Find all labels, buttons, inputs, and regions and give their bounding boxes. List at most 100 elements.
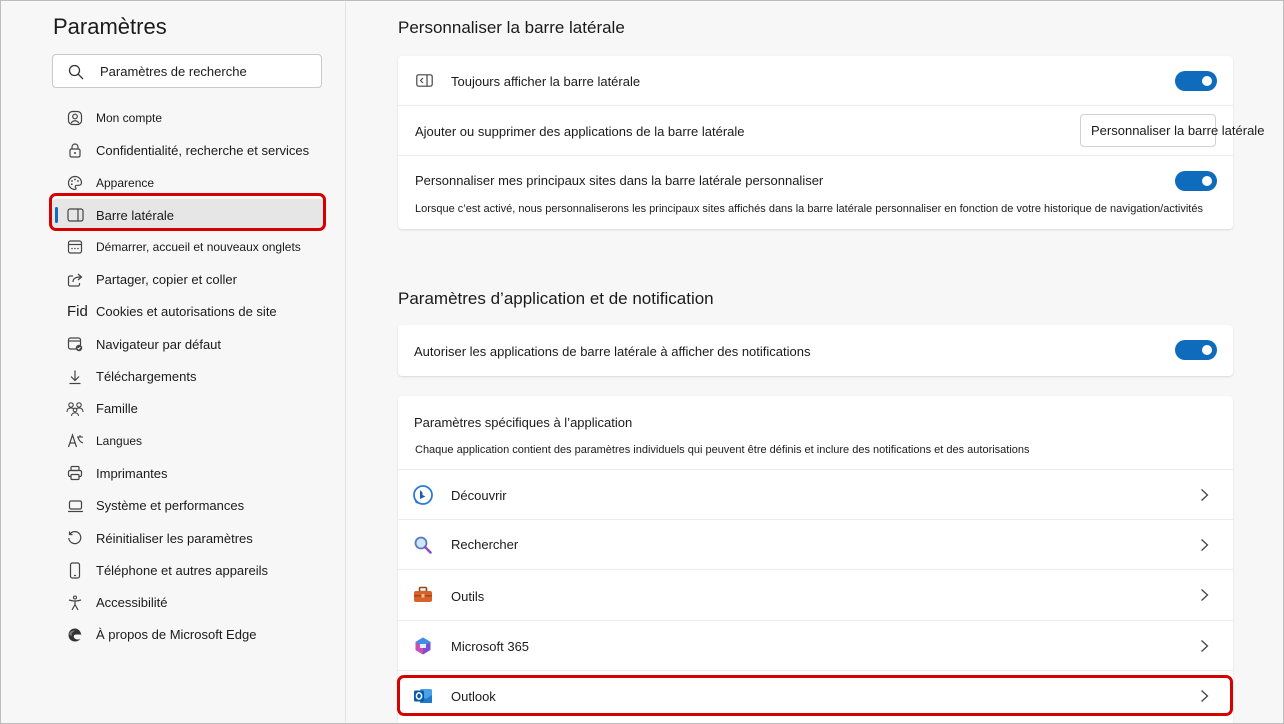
sidebar-item-label: Mon compte [96, 111, 163, 126]
sidebar-item-label: Cookies et autorisations de site [96, 304, 277, 320]
app-specific-card: Paramètres spécifiques à l’application C… [398, 396, 1233, 723]
sidebar-item-label: Apparence [96, 175, 155, 190]
chevron-right-icon [1201, 640, 1209, 652]
setting-row-personalize: Personnaliser mes principaux sites dans … [398, 156, 1233, 229]
always-show-sidebar-label: Toujours afficher la barre latérale [451, 74, 641, 89]
edge-icon [66, 626, 84, 644]
app-row-outils[interactable]: Outils [398, 570, 1233, 621]
app-label: Découvrir [451, 488, 507, 503]
app-label: Microsoft 365 [451, 639, 530, 654]
outlook-icon [413, 686, 433, 706]
sidebar-item-partager[interactable]: Partager, copier et coller [52, 263, 326, 295]
reset-icon [66, 529, 84, 547]
chevron-right-icon [1201, 690, 1209, 702]
chevron-right-icon [1201, 539, 1209, 551]
sidebar-item-systeme[interactable]: Système et performances [52, 490, 326, 522]
personalize-sites-description: Lorsque c’est activé, nous personnaliser… [415, 203, 1203, 215]
cookie-icon: Fid [67, 303, 88, 321]
personalize-sites-toggle[interactable] [1175, 171, 1217, 191]
sidebar-settings-card: Toujours afficher la barre latérale Ajou… [398, 56, 1264, 229]
settings-search-input[interactable] [100, 55, 310, 87]
sidebar-item-famille[interactable]: Famille [52, 393, 326, 425]
sidebar-item-accessibilite[interactable]: Accessibilité [52, 586, 326, 618]
allow-notifications-toggle[interactable] [1175, 340, 1217, 360]
bing-discover-icon [413, 485, 433, 505]
sidebar-item-imprimantes[interactable]: Imprimantes [52, 457, 326, 489]
sidebar-item-label: Langues [96, 434, 143, 449]
setting-row-allow-notifications: Autoriser les applications de barre laté… [398, 325, 1233, 376]
app-label: Outils [451, 589, 485, 604]
microsoft365-icon [413, 636, 433, 656]
sidebar-item-barre-laterale[interactable]: Barre latérale [52, 198, 326, 232]
sidebar-item-label: Famille [96, 401, 138, 417]
search-magnifier-icon [413, 535, 433, 555]
chevron-right-icon [1201, 589, 1209, 601]
lock-icon [66, 141, 84, 159]
app-label: Outlook [451, 689, 496, 704]
family-icon [66, 400, 84, 418]
sidebar-item-telechargements[interactable]: Téléchargements [52, 360, 326, 392]
sidebar-item-demarrer[interactable]: Démarrer, accueil et nouveaux onglets [52, 231, 326, 263]
sidebar-item-cookies[interactable]: Fid Cookies et autorisations de site [52, 296, 326, 328]
app-row-rechercher[interactable]: Rechercher [398, 520, 1233, 570]
app-label: Rechercher [451, 537, 519, 552]
sidebar-item-label: Téléchargements [96, 369, 197, 385]
sidebar-item-telephone[interactable]: Téléphone et autres appareils [52, 554, 326, 586]
search-icon [68, 64, 84, 80]
phone-icon [66, 561, 84, 579]
settings-main: Personnaliser la barre latérale Toujours… [347, 2, 1283, 723]
setting-row-add-remove: Ajouter ou supprimer des applications de… [398, 106, 1264, 156]
add-remove-apps-label: Ajouter ou supprimer des applications de… [415, 124, 745, 139]
sidebar-item-label: Partager, copier et coller [96, 272, 237, 288]
settings-sidebar: Paramètres Mon compte Confidentialité, r… [2, 2, 346, 723]
app-specific-header: Paramètres spécifiques à l’application C… [398, 396, 1233, 470]
palette-icon [66, 174, 84, 192]
language-icon [66, 432, 84, 450]
sidebar-item-label: Confidentialité, recherche et services [96, 142, 310, 158]
customize-sidebar-button[interactable]: Personnaliser la barre latérale [1080, 114, 1264, 147]
sidebar-item-label: Barre latérale [96, 207, 175, 223]
sidebar-item-label: À propos de Microsoft Edge [96, 627, 257, 643]
section-title-sidebar: Personnaliser la barre latérale [398, 18, 625, 37]
app-specific-description: Chaque application contient des paramètr… [415, 444, 1030, 456]
share-icon [66, 271, 84, 289]
setting-row-always-show: Toujours afficher la barre latérale [398, 56, 1233, 106]
sidebar-item-label: Démarrer, accueil et nouveaux onglets [96, 240, 301, 255]
download-icon [66, 368, 84, 386]
settings-search-box[interactable] [52, 54, 322, 88]
app-specific-title: Paramètres spécifiques à l’application [414, 415, 633, 430]
app-row-microsoft365[interactable]: Microsoft 365 [398, 621, 1233, 671]
printer-icon [66, 464, 84, 482]
sidebar-item-apparence[interactable]: Apparence [52, 167, 326, 199]
sidebar-item-mon-compte[interactable]: Mon compte [52, 102, 326, 134]
sidebar-item-langues[interactable]: Langues [52, 425, 326, 457]
sidebar-item-label: Imprimantes [96, 465, 168, 481]
sidebar-item-label: Système et performances [96, 498, 245, 514]
sidebar-item-label: Accessibilité [96, 595, 168, 611]
sidebar-item-reinitialiser[interactable]: Réinitialiser les paramètres [52, 522, 326, 554]
sidebar-item-label: Navigateur par défaut [96, 336, 222, 352]
chevron-right-icon [1201, 489, 1209, 501]
home-tabs-icon [66, 238, 84, 256]
settings-window: Paramètres Mon compte Confidentialité, r… [0, 0, 1284, 724]
sidebar-item-label: Réinitialiser les paramètres [96, 530, 253, 546]
personalize-sites-label: Personnaliser mes principaux sites dans … [415, 173, 824, 188]
allow-notifications-label: Autoriser les applications de barre laté… [414, 344, 811, 359]
sidebar-item-a-propos[interactable]: À propos de Microsoft Edge [52, 619, 326, 651]
always-show-sidebar-toggle[interactable] [1175, 71, 1217, 91]
sidebar-toggle-icon [416, 74, 433, 87]
sidebar-nav: Mon compte Confidentialité, recherche et… [52, 102, 326, 651]
notification-settings-card: Autoriser les applications de barre laté… [398, 325, 1233, 376]
section-title-app-notifications: Paramètres d’application et de notificat… [398, 289, 714, 308]
browser-icon [66, 335, 84, 353]
app-row-decouvrir[interactable]: Découvrir [398, 470, 1233, 520]
app-row-outlook[interactable]: Outlook [398, 671, 1233, 721]
sidebar-title: Paramètres [53, 14, 167, 39]
toolbox-icon [413, 585, 433, 605]
sidebar-icon [66, 206, 84, 224]
sidebar-item-navigateur-defaut[interactable]: Navigateur par défaut [52, 328, 326, 360]
sidebar-item-confidentialite[interactable]: Confidentialité, recherche et services [52, 134, 326, 166]
accessibility-icon [66, 594, 84, 612]
laptop-icon [66, 497, 84, 515]
account-icon [66, 109, 84, 127]
